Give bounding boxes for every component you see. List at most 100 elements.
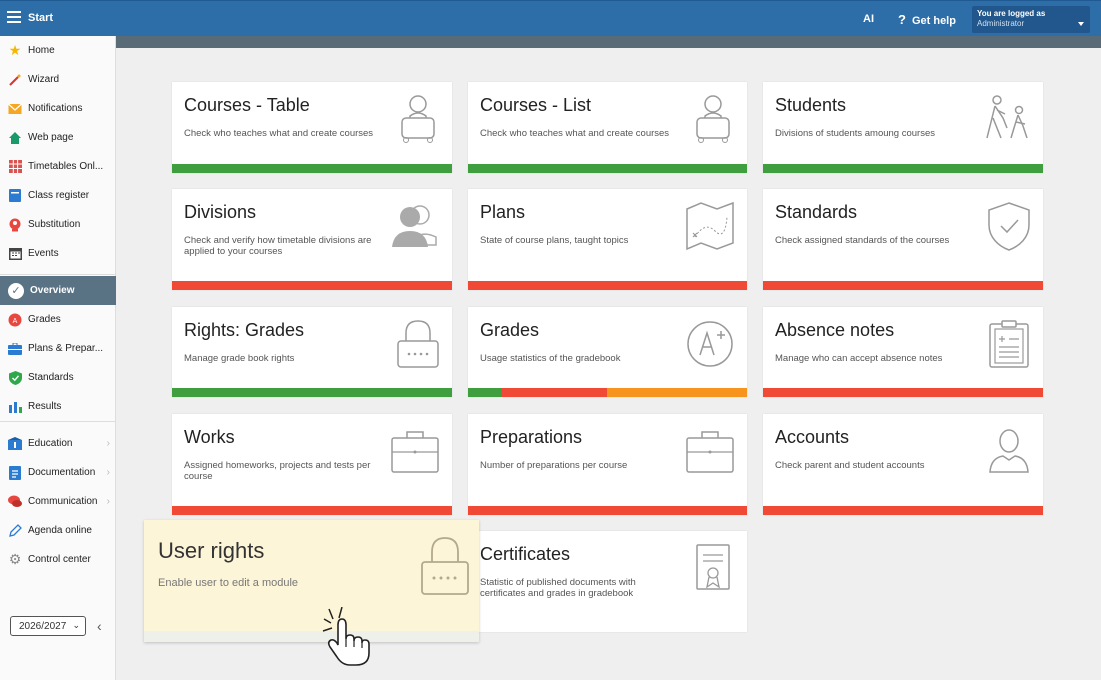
status-bar	[468, 506, 747, 515]
user-role: Administrator	[977, 19, 1025, 28]
card-title: Plans	[480, 202, 526, 222]
users-icon	[392, 205, 437, 247]
lock-icon	[397, 320, 439, 368]
sidebar-item-label: Overview	[30, 285, 75, 296]
wand-icon	[8, 73, 22, 87]
card-description: Check parent and student accounts	[775, 460, 925, 471]
lock-icon	[421, 537, 469, 595]
grade-a-plus-icon	[687, 321, 733, 367]
status-bar	[468, 281, 747, 290]
house-icon	[8, 131, 22, 145]
card-courses-list[interactable]: Courses - List Check who teaches what an…	[468, 82, 747, 173]
logged-as-label: You are logged as	[977, 9, 1046, 18]
sidebar-item-label: Timetables Onl...	[28, 161, 104, 172]
chevron-right-icon: ›	[106, 467, 110, 478]
get-help-button[interactable]: ? Get help	[898, 12, 956, 27]
card-courses-table[interactable]: Courses - Table Check who teaches what a…	[172, 82, 452, 173]
sidebar-item-web-page[interactable]: Web page	[0, 123, 116, 152]
card-title: Courses - Table	[184, 95, 310, 115]
bar-chart-icon	[8, 400, 22, 414]
chevron-right-icon: ›	[106, 496, 110, 507]
sidebar-item-label: Class register	[28, 190, 90, 201]
card-preparations[interactable]: Preparations Number of preparations per …	[468, 414, 747, 515]
sidebar-item-label: Communication	[28, 496, 98, 507]
card-title: Absence notes	[775, 320, 895, 340]
education-icon	[8, 437, 22, 451]
user-menu[interactable]: You are logged as Administrator	[972, 6, 1090, 33]
sidebar-item-label: Plans & Prepar...	[28, 343, 104, 354]
sidebar-item-documentation[interactable]: Documentation ›	[0, 458, 116, 487]
sidebar-item-control-center[interactable]: ⚙ Control center	[0, 545, 116, 574]
sidebar-item-events[interactable]: Events	[0, 239, 116, 268]
top-bar: Start AI ? Get help You are logged as Adm…	[0, 0, 1101, 36]
chevron-right-icon: ›	[106, 438, 110, 449]
card-footer	[144, 631, 479, 642]
card-description: State of course plans, taught topics	[480, 235, 629, 246]
status-bar	[172, 164, 452, 173]
sidebar-item-label: Events	[28, 248, 59, 259]
pen-icon	[8, 523, 22, 538]
sidebar-item-home[interactable]: ★ Home	[0, 36, 116, 65]
ai-button[interactable]: AI	[863, 13, 874, 25]
card-description: Enable user to edit a module	[158, 577, 299, 589]
sidebar-item-wizard[interactable]: Wizard	[0, 65, 116, 94]
sidebar-item-overview[interactable]: ✓ Overview	[0, 276, 116, 305]
sidebar-item-results[interactable]: Results	[0, 392, 116, 421]
user-outline-icon	[989, 429, 1029, 473]
card-description: Usage statistics of the gradebook	[480, 353, 621, 364]
card-grades[interactable]: Grades Usage statistics of the gradebook	[468, 307, 747, 397]
card-user-rights[interactable]: User rights Enable user to edit a module	[144, 520, 479, 642]
sidebar-item-label: Substitution	[28, 219, 81, 230]
sidebar-item-label: Agenda online	[28, 525, 92, 536]
certificate-icon	[696, 544, 730, 590]
card-title: User rights	[158, 538, 265, 563]
sidebar-item-substitution[interactable]: Substitution	[0, 210, 116, 239]
card-description: Number of preparations per course	[480, 460, 628, 471]
sidebar-item-timetables[interactable]: Timetables Onl...	[0, 152, 116, 181]
menu-icon[interactable]	[7, 11, 21, 23]
card-standards[interactable]: Standards Check assigned standards of th…	[763, 189, 1043, 290]
app-title[interactable]: Start	[28, 12, 53, 24]
card-title: Courses - List	[480, 95, 592, 115]
sidebar-item-plans[interactable]: Plans & Prepar...	[0, 334, 116, 363]
calendar-icon	[8, 247, 22, 261]
card-description: Manage who can accept absence notes	[775, 353, 943, 364]
sidebar-item-notifications[interactable]: Notifications	[0, 94, 116, 123]
card-title: Rights: Grades	[184, 320, 305, 340]
card-certificates[interactable]: Certificates Statistic of published docu…	[468, 531, 747, 632]
card-description: Check and verify how timetable divisions…	[184, 235, 372, 257]
sidebar-item-grades[interactable]: A Grades	[0, 305, 116, 334]
card-title: Certificates	[480, 544, 571, 564]
clipboard-icon	[989, 320, 1029, 368]
card-absence-notes[interactable]: Absence notes Manage who can accept abse…	[763, 307, 1043, 397]
collapse-sidebar-icon[interactable]: ‹	[97, 618, 102, 634]
document-icon	[8, 465, 22, 480]
svg-text:A: A	[13, 318, 18, 325]
card-divisions[interactable]: Divisions Check and verify how timetable…	[172, 189, 452, 290]
shield-icon	[8, 370, 22, 385]
briefcase-outline-icon	[686, 431, 734, 473]
card-rights-grades[interactable]: Rights: Grades Manage grade book rights	[172, 307, 452, 397]
hand-cursor-icon	[322, 607, 370, 666]
sidebar-item-agenda-online[interactable]: Agenda online	[0, 516, 116, 545]
card-works[interactable]: Works Assigned homeworks, projects and t…	[172, 414, 452, 515]
status-bar	[763, 164, 1043, 173]
sidebar-item-class-register[interactable]: Class register	[0, 181, 116, 210]
card-plans[interactable]: Plans State of course plans, taught topi…	[468, 189, 747, 290]
chevron-down-icon	[1078, 22, 1084, 26]
school-year-select[interactable]: 2026/2027 ⌄	[10, 616, 86, 636]
sidebar-item-label: Education	[28, 438, 73, 449]
sidebar-item-communication[interactable]: Communication ›	[0, 487, 116, 516]
sidebar-item-education[interactable]: Education ›	[0, 429, 116, 458]
card-students[interactable]: Students Divisions of students amoung co…	[763, 82, 1043, 173]
check-circle-icon: ✓	[8, 282, 24, 299]
sidebar-item-standards[interactable]: Standards	[0, 363, 116, 392]
status-bar	[172, 281, 452, 290]
sidebar-item-label: Web page	[28, 132, 74, 143]
students-walking-icon	[986, 95, 1028, 139]
sidebar-divider	[0, 274, 116, 275]
card-title: Students	[775, 95, 847, 115]
card-accounts[interactable]: Accounts Check parent and student accoun…	[763, 414, 1043, 515]
get-help-label: Get help	[911, 15, 956, 27]
status-bar	[763, 281, 1043, 290]
